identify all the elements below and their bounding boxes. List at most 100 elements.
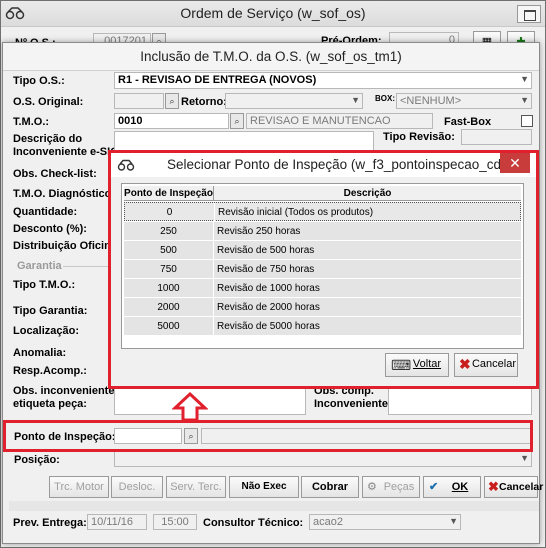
inconveniente-label: Inconveniente e-SIG: — [13, 146, 123, 158]
close-icon: ✖ — [459, 356, 471, 372]
table-row[interactable]: 2000 Revisão de 2000 horas — [124, 298, 521, 317]
dialog-title: Inclusão de T.M.O. da O.S. (w_sof_os_tm1… — [140, 49, 402, 64]
outer-titlebar: Ordem de Serviço (w_sof_os) — [1, 1, 545, 27]
prev-entrega-time[interactable]: 15:00 — [153, 514, 197, 530]
cell-ponto: 1000 — [124, 279, 214, 298]
dialog-titlebar: Inclusão de T.M.O. da O.S. (w_sof_os_tm1… — [3, 43, 539, 71]
distribuicao-label: Distribuição Oficina: — [13, 240, 121, 252]
grid-header: Ponto de Inspeção Descrição — [124, 186, 521, 201]
garantia-divider — [63, 266, 113, 267]
cell-descricao: Revisão de 500 horas — [217, 245, 315, 256]
tipo-garantia-label: Tipo Garantia: — [13, 305, 88, 317]
prev-entrega-label: Prev. Entrega: — [13, 517, 87, 529]
os-original-field[interactable] — [114, 93, 164, 109]
resp-acomp-label: Resp.Acomp.: — [13, 365, 87, 377]
car-icon — [117, 159, 135, 171]
box-value: <NENHUM> — [400, 95, 462, 107]
table-row[interactable]: 0 Revisão inicial (Todos os produtos) — [124, 202, 521, 222]
fastbox-checkbox[interactable] — [521, 115, 533, 127]
tmo-code-field[interactable]: 0010 — [114, 113, 229, 129]
column-header-ponto[interactable]: Ponto de Inspeção — [124, 186, 214, 201]
chevron-down-icon: ▼ — [520, 74, 529, 84]
consultor-label: Consultor Técnico: — [203, 517, 304, 529]
cell-ponto: 0 — [125, 203, 215, 222]
table-row[interactable]: 750 Revisão de 750 horas — [124, 260, 521, 279]
garantia-group-label: Garantia — [17, 260, 62, 272]
lookup-cancelar-label: Cancelar — [471, 358, 517, 370]
tmo-lookup-icon[interactable]: ⌕ — [230, 113, 244, 129]
obs-comp-label-2: Inconveniente: — [314, 398, 392, 410]
desconto-label: Desconto (%): — [13, 223, 87, 235]
cell-descricao: Revisão inicial (Todos os produtos) — [218, 207, 374, 218]
cell-ponto: 500 — [124, 241, 214, 260]
trc-motor-button[interactable]: Trc. Motor — [49, 476, 109, 498]
close-icon: ✖ — [488, 479, 499, 494]
consultor-value: acao2 — [313, 516, 343, 528]
pecas-button[interactable]: ⚙ Peças — [362, 476, 420, 498]
chevron-down-icon: ▼ — [351, 95, 360, 105]
tmo-diag-label: T.M.O. Diagnóstico: — [13, 188, 116, 200]
cell-descricao: Revisão de 2000 horas — [217, 302, 320, 313]
consultor-select[interactable]: acao2 ▼ — [309, 514, 461, 530]
prev-entrega-date[interactable]: 10/11/16 — [87, 514, 147, 530]
cell-ponto: 750 — [124, 260, 214, 279]
nao-exec-serv-button[interactable]: Não Exec Serv — [229, 476, 299, 512]
cell-descricao: Revisão 250 horas — [217, 226, 301, 237]
serv-terc-button[interactable]: Serv. Terc. — [166, 476, 226, 498]
box-label: BOX: — [375, 94, 395, 103]
box-select[interactable]: <NENHUM> ▼ — [396, 93, 532, 109]
chevron-down-icon: ▼ — [520, 95, 529, 105]
chevron-down-icon: ▼ — [449, 516, 458, 526]
cell-ponto: 2000 — [124, 298, 214, 317]
obs-inconv-label-1: Obs. inconveniente — [13, 385, 115, 397]
localizacao-label: Localização: — [13, 325, 80, 337]
tmo-desc-field: REVISAO E MANUTENCAO — [246, 113, 433, 129]
posicao-select[interactable]: ▼ — [114, 451, 532, 467]
fastbox-label: Fast-Box — [444, 116, 492, 128]
cancelar-button[interactable]: ✖ Cancelar — [484, 476, 543, 498]
cell-ponto: 250 — [124, 222, 214, 241]
arrow-up-icon — [172, 392, 208, 422]
cell-descricao: Revisão de 750 horas — [217, 264, 315, 275]
table-row[interactable]: 250 Revisão 250 horas — [124, 222, 521, 241]
os-original-label: O.S. Original: — [13, 96, 84, 108]
close-icon[interactable]: ✕ — [500, 153, 530, 173]
os-original-lookup-icon[interactable]: ⌕ — [165, 93, 179, 109]
ponto-inspecao-grid: Ponto de Inspeção Descrição 0 Revisão in… — [121, 183, 524, 349]
voltar-label: Voltar — [412, 358, 442, 370]
tipo-revisao-label: Tipo Revisão: — [383, 131, 455, 143]
gear-icon: ⚙ — [367, 481, 377, 493]
lookup-cancelar-button[interactable]: ✖ Cancelar — [454, 353, 518, 377]
posicao-label: Posição: — [14, 454, 60, 466]
obs-checklist-label: Obs. Check-list: — [13, 168, 97, 180]
tmo-label: T.M.O.: — [13, 116, 50, 128]
voltar-button[interactable]: ⌨ Voltar — [385, 353, 449, 377]
lookup-titlebar: Selecionar Ponto de Inspeção (w_f3_ponto… — [111, 153, 536, 177]
tipo-os-label: Tipo O.S.: — [13, 75, 65, 87]
table-row[interactable]: 5000 Revisão de 5000 horas — [124, 317, 521, 336]
retorno-select[interactable]: ▼ — [225, 93, 363, 109]
tipo-tmo-label: Tipo T.M.O.: — [13, 279, 76, 291]
tipo-revisao-field[interactable] — [461, 129, 532, 145]
pecas-label: Peças — [383, 481, 415, 493]
cell-descricao: Revisão de 1000 horas — [217, 283, 320, 294]
table-row[interactable]: 1000 Revisão de 1000 horas — [124, 279, 521, 298]
chevron-down-icon: ▼ — [520, 453, 529, 463]
ok-label: OK — [451, 481, 469, 493]
retorno-label: Retorno: — [181, 96, 227, 108]
tipo-os-value: R1 - REVISAO DE ENTREGA (NOVOS) — [118, 74, 317, 86]
descricao-label: Descrição do — [13, 133, 83, 145]
tipo-os-select[interactable]: R1 - REVISAO DE ENTREGA (NOVOS) ▼ — [114, 72, 532, 89]
desloc-button[interactable]: Desloc. — [111, 476, 163, 498]
column-header-descricao[interactable]: Descrição — [214, 186, 521, 201]
maximize-button[interactable] — [517, 5, 541, 23]
outer-window-title: Ordem de Serviço (w_sof_os) — [180, 5, 366, 21]
lookup-title: Selecionar Ponto de Inspeção (w_f3_ponto… — [167, 157, 506, 172]
cell-ponto: 5000 — [124, 317, 214, 336]
ok-button[interactable]: ✔ OK — [423, 476, 481, 498]
cobrar-button[interactable]: Cobrar — [301, 476, 359, 498]
cancelar-label: Cancelar — [499, 481, 544, 493]
table-row[interactable]: 500 Revisão de 500 horas — [124, 241, 521, 260]
cell-descricao: Revisão de 5000 horas — [217, 321, 320, 332]
anomalia-label: Anomalia: — [13, 347, 67, 359]
